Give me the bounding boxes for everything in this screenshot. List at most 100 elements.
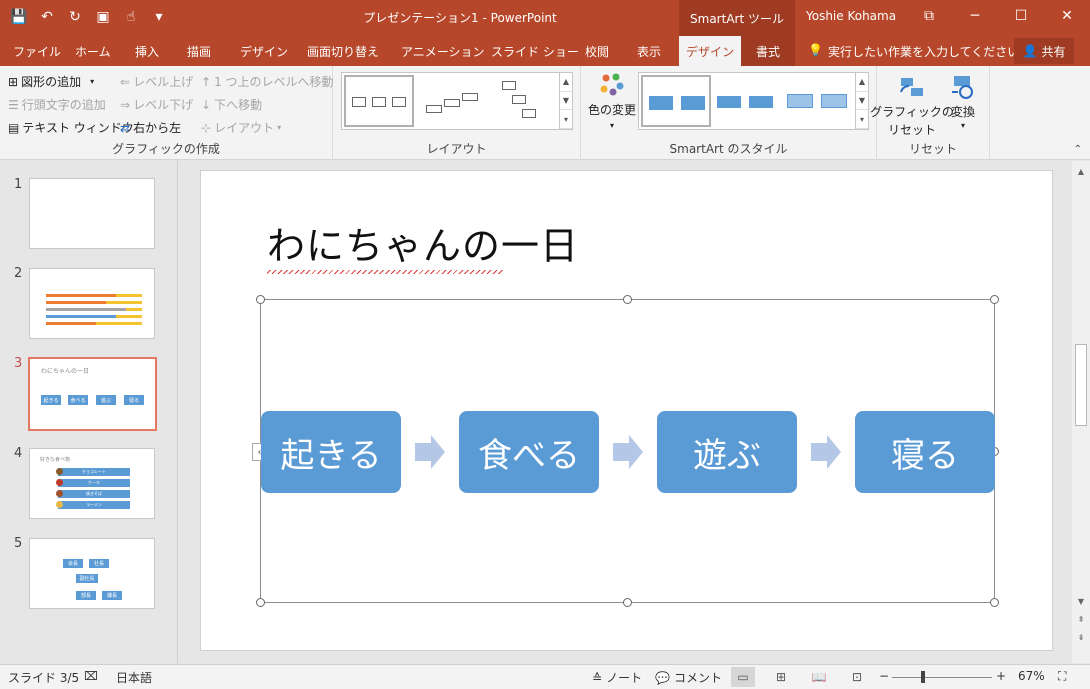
tab-file[interactable]: ファイル [13, 36, 61, 66]
resize-handle[interactable] [623, 295, 632, 304]
undo-icon[interactable]: ↶ [36, 6, 58, 28]
process-step[interactable]: 寝る [855, 411, 995, 493]
layout-dropdown-button[interactable]: ⊹ レイアウト ▾ [201, 119, 281, 136]
tab-draw[interactable]: 描画 [187, 36, 211, 66]
tab-slideshow[interactable]: スライド ショー [491, 36, 579, 66]
touch-mode-icon[interactable]: ☝ [120, 6, 142, 28]
convert-button[interactable]: 変換 ▾ [945, 72, 981, 130]
process-step[interactable]: 起きる [261, 411, 401, 493]
share-button[interactable]: 👤 共有 [1014, 38, 1074, 64]
zoom-in-button[interactable]: + [996, 669, 1006, 683]
tab-transitions[interactable]: 画面切り替え [307, 36, 379, 66]
spellcheck-icon[interactable]: ⌧ [84, 669, 98, 683]
reset-graphic-button[interactable]: グラフィックの リセット [870, 72, 954, 138]
palette-icon [600, 73, 624, 96]
move-up-button[interactable]: ↑ 1 つ上のレベルへ移動 [201, 73, 334, 90]
chevron-down-icon: ▾ [90, 77, 95, 86]
resize-handle[interactable] [990, 295, 999, 304]
slide-thumbnail-2[interactable] [29, 268, 155, 339]
ribbon-display-icon[interactable]: ⧉ [906, 0, 952, 32]
more-icon[interactable]: ▾ [560, 110, 572, 129]
process-step[interactable]: 遊ぶ [657, 411, 797, 493]
vertical-scrollbar[interactable]: ▲ ▼ ⇞ ⇟ [1072, 161, 1090, 663]
zoom-level[interactable]: 67% [1018, 669, 1045, 683]
next-slide-icon[interactable]: ⇟ [1072, 629, 1090, 645]
tab-animations[interactable]: アニメーション [401, 36, 485, 66]
tab-home[interactable]: ホーム [75, 36, 111, 66]
zoom-slider[interactable] [892, 677, 992, 678]
style-option-subtle[interactable] [787, 75, 855, 127]
scroll-down-icon[interactable]: ▼ [1072, 593, 1090, 609]
fit-to-window-icon[interactable]: ⛶ [1058, 669, 1066, 684]
title-bar: 💾 ↶ ↻ ▣ ☝ ▾ プレゼンテーション1 - PowerPoint Smar… [0, 0, 1090, 36]
right-to-left-button[interactable]: ⇄ 右から左 [120, 119, 181, 136]
slide-title[interactable]: わにちゃんの一日 [267, 215, 579, 274]
window-controls: ⧉ ─ ☐ ✕ [906, 0, 1090, 32]
redo-icon[interactable]: ↻ [64, 6, 86, 28]
maximize-button[interactable]: ☐ [998, 0, 1044, 32]
smartart-frame[interactable]: ‹ 起きる 食べる 遊ぶ 寝る [252, 295, 999, 607]
present-icon[interactable]: ▣ [92, 6, 114, 28]
text-pane-button[interactable]: ▤ テキスト ウィンドウ [8, 119, 134, 136]
save-icon[interactable]: 💾 [8, 6, 30, 28]
resize-handle[interactable] [623, 598, 632, 607]
layout-option-hierarchy[interactable] [494, 75, 558, 127]
change-colors-button[interactable]: 色の変更 ▾ [587, 72, 637, 134]
language-indicator[interactable]: 日本語 [116, 669, 152, 686]
zoom-out-button[interactable]: − [879, 669, 889, 683]
collapse-ribbon-icon[interactable]: ⌃ [1074, 144, 1082, 155]
add-bullet-button[interactable]: ☰ 行頭文字の追加 [8, 96, 106, 113]
user-name[interactable]: Yoshie Kohama [806, 9, 896, 23]
scroll-thumb[interactable] [1075, 344, 1087, 426]
minimize-button[interactable]: ─ [952, 0, 998, 32]
scroll-up-icon[interactable]: ▲ [560, 73, 572, 92]
slide-thumbnail-4[interactable]: 好きな食べ物 チョコレート ケーキ 焼きそば ラーメン [29, 448, 155, 519]
process-step[interactable]: 食べる [459, 411, 599, 493]
scroll-down-icon[interactable]: ▼ [560, 92, 572, 111]
current-slide[interactable]: わにちゃんの一日 ‹ 起きる 食べる 遊ぶ 寝る [200, 170, 1053, 651]
notes-button[interactable]: ≙ ノート [592, 669, 642, 686]
scroll-down-icon[interactable]: ▼ [856, 92, 868, 111]
styles-gallery-scroll[interactable]: ▲ ▼ ▾ [855, 73, 868, 129]
tab-review[interactable]: 校閲 [585, 36, 609, 66]
resize-handle[interactable] [256, 295, 265, 304]
comments-button[interactable]: 💬 コメント [655, 669, 722, 686]
tell-me-text: 実行したい作業を入力してください [827, 45, 1020, 59]
layout-gallery-scroll[interactable]: ▲ ▼ ▾ [559, 73, 572, 129]
style-option-inset[interactable] [715, 75, 783, 127]
promote-button[interactable]: ⇐ レベル上げ [120, 73, 193, 90]
previous-slide-icon[interactable]: ⇞ [1072, 611, 1090, 627]
layout-option-step-up[interactable] [420, 75, 490, 127]
tab-design[interactable]: デザイン [240, 36, 288, 66]
slide-thumbnail-5[interactable]: 会長 社長 副社長 部長 課長 [29, 538, 155, 609]
demote-button[interactable]: ⇒ レベル下げ [120, 96, 193, 113]
style-option-simple[interactable] [641, 75, 711, 127]
layout-option-basic-process[interactable] [344, 75, 414, 127]
resize-handle[interactable] [990, 598, 999, 607]
group-reset: グラフィックの リセット 変換 ▾ リセット [870, 66, 990, 160]
slideshow-view-button[interactable]: ⊡ [845, 667, 869, 687]
tab-smartart-format[interactable]: 書式 [741, 36, 795, 66]
slide-number: 1 [14, 177, 23, 192]
close-button[interactable]: ✕ [1044, 0, 1090, 32]
reading-view-button[interactable]: 📖 [807, 667, 831, 687]
normal-view-button[interactable]: ▭ [731, 667, 755, 687]
scroll-up-icon[interactable]: ▲ [856, 73, 868, 92]
tab-insert[interactable]: 挿入 [135, 36, 159, 66]
add-shape-button[interactable]: ⊞ 図形の追加 ▾ [8, 73, 94, 90]
tell-me-box[interactable]: 💡 実行したい作業を入力してください [808, 43, 1019, 60]
more-icon[interactable]: ▾ [856, 110, 868, 129]
quick-access-toolbar: 💾 ↶ ↻ ▣ ☝ ▾ [8, 6, 170, 28]
slide-sorter-view-button[interactable]: ⊞ [769, 667, 793, 687]
tab-view[interactable]: 表示 [637, 36, 661, 66]
tab-smartart-design[interactable]: デザイン [679, 36, 741, 66]
zoom-slider-thumb[interactable] [921, 671, 925, 683]
scroll-up-icon[interactable]: ▲ [1072, 163, 1090, 179]
slide-thumbnail-3[interactable]: わにちゃんの一日 起きる 食べる 遊ぶ 寝る [28, 357, 157, 431]
thumb-bar: ケーキ [58, 479, 130, 487]
thumb-box: 会長 [63, 559, 83, 568]
customize-qat-icon[interactable]: ▾ [148, 6, 170, 28]
slide-thumbnail-1[interactable] [29, 178, 155, 249]
move-down-button[interactable]: ↓ 下へ移動 [201, 96, 262, 113]
resize-handle[interactable] [256, 598, 265, 607]
